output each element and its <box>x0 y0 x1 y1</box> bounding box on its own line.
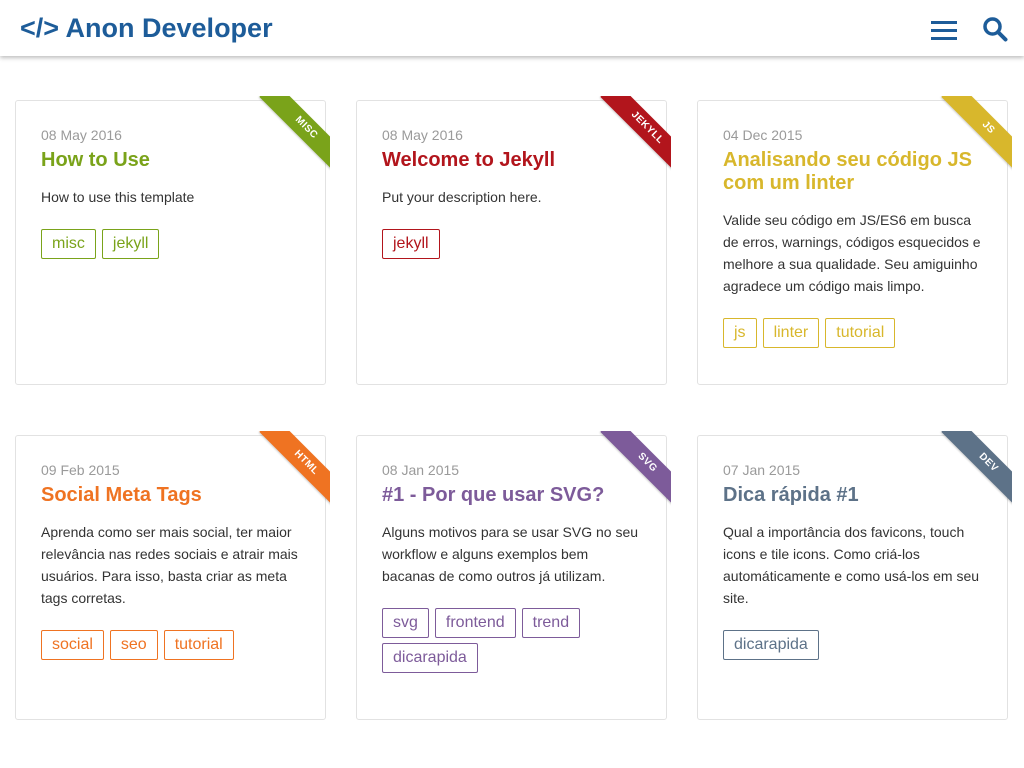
post-card: DEV 07 Jan 2015 Dica rápida #1 Qual a impor… <box>697 431 1012 720</box>
post-title-link[interactable]: #1 - Por que usar SVG? <box>382 484 644 507</box>
post-date: 08 Jan 2015 <box>382 462 460 478</box>
menu-button[interactable] <box>930 18 958 42</box>
post-description: Put your description here. <box>382 189 542 205</box>
search-icon <box>983 17 1008 42</box>
tag-frontend[interactable]: frontend <box>434 608 516 638</box>
tag-tutorial[interactable]: tutorial <box>825 318 896 348</box>
tag-jekyll[interactable]: jekyll <box>382 229 440 259</box>
site-logo[interactable]: </> Anon Developer <box>20 12 273 44</box>
post-date: 09 Feb 2015 <box>41 462 120 478</box>
tag-js[interactable]: js <box>723 318 757 348</box>
tag-trend[interactable]: trend <box>521 608 581 638</box>
post-card: MISC 08 May 2016 How to Use How to use this… <box>15 96 330 385</box>
post-description: How to use this template <box>41 189 195 205</box>
post-description: Aprenda como ser mais social, ter maior … <box>41 524 298 606</box>
tag-seo[interactable]: seo <box>109 630 158 660</box>
post-date: 04 Dec 2015 <box>723 127 803 143</box>
post-description: Valide seu código em JS/ES6 em busca de … <box>723 212 981 294</box>
post-card: JS 04 Dec 2015 Analisando seu código JS co… <box>697 96 1012 385</box>
tag-tutorial[interactable]: tutorial <box>163 630 234 660</box>
tag-list: svg frontend trend dicarapida <box>382 608 652 673</box>
tag-linter[interactable]: linter <box>762 318 820 348</box>
post-card: HTML 09 Feb 2015 Social Meta Tags Aprenda c… <box>15 431 330 720</box>
post-card: SVG 08 Jan 2015 #1 - Por que usar SVG? Algu… <box>356 431 671 720</box>
post-title-link[interactable]: Dica rápida #1 <box>723 484 985 507</box>
post-date: 07 Jan 2015 <box>723 462 801 478</box>
tag-list: social seo tutorial <box>41 630 311 660</box>
site-header: </> Anon Developer <box>0 0 1024 56</box>
search-button[interactable] <box>982 16 1008 42</box>
hamburger-menu-icon <box>931 21 957 40</box>
tag-list: dicarapida <box>723 630 993 660</box>
tag-jekyll[interactable]: jekyll <box>101 229 160 259</box>
post-date: 08 May 2016 <box>382 127 463 143</box>
tag-social[interactable]: social <box>41 630 104 660</box>
tag-misc[interactable]: misc <box>41 229 96 259</box>
tag-list: js linter tutorial <box>723 318 993 348</box>
tag-dicarapida[interactable]: dicarapida <box>382 643 478 673</box>
post-title-link[interactable]: Analisando seu código JS com um linter <box>723 149 985 195</box>
tag-dicarapida[interactable]: dicarapida <box>723 630 819 660</box>
post-description: Qual a importância dos favicons, touch i… <box>723 524 980 606</box>
tag-list: misc jekyll <box>41 229 311 259</box>
post-title-link[interactable]: How to Use <box>41 149 303 172</box>
post-date: 08 May 2016 <box>41 127 122 143</box>
post-description: Alguns motivos para se usar SVG no seu w… <box>382 524 639 584</box>
post-card: JEKYLL 08 May 2016 Welcome to Jekyll Put yo… <box>356 96 671 385</box>
post-title-link[interactable]: Welcome to Jekyll <box>382 149 644 172</box>
tag-svg[interactable]: svg <box>382 608 429 638</box>
tag-list: jekyll <box>382 229 652 259</box>
post-title-link[interactable]: Social Meta Tags <box>41 484 303 507</box>
